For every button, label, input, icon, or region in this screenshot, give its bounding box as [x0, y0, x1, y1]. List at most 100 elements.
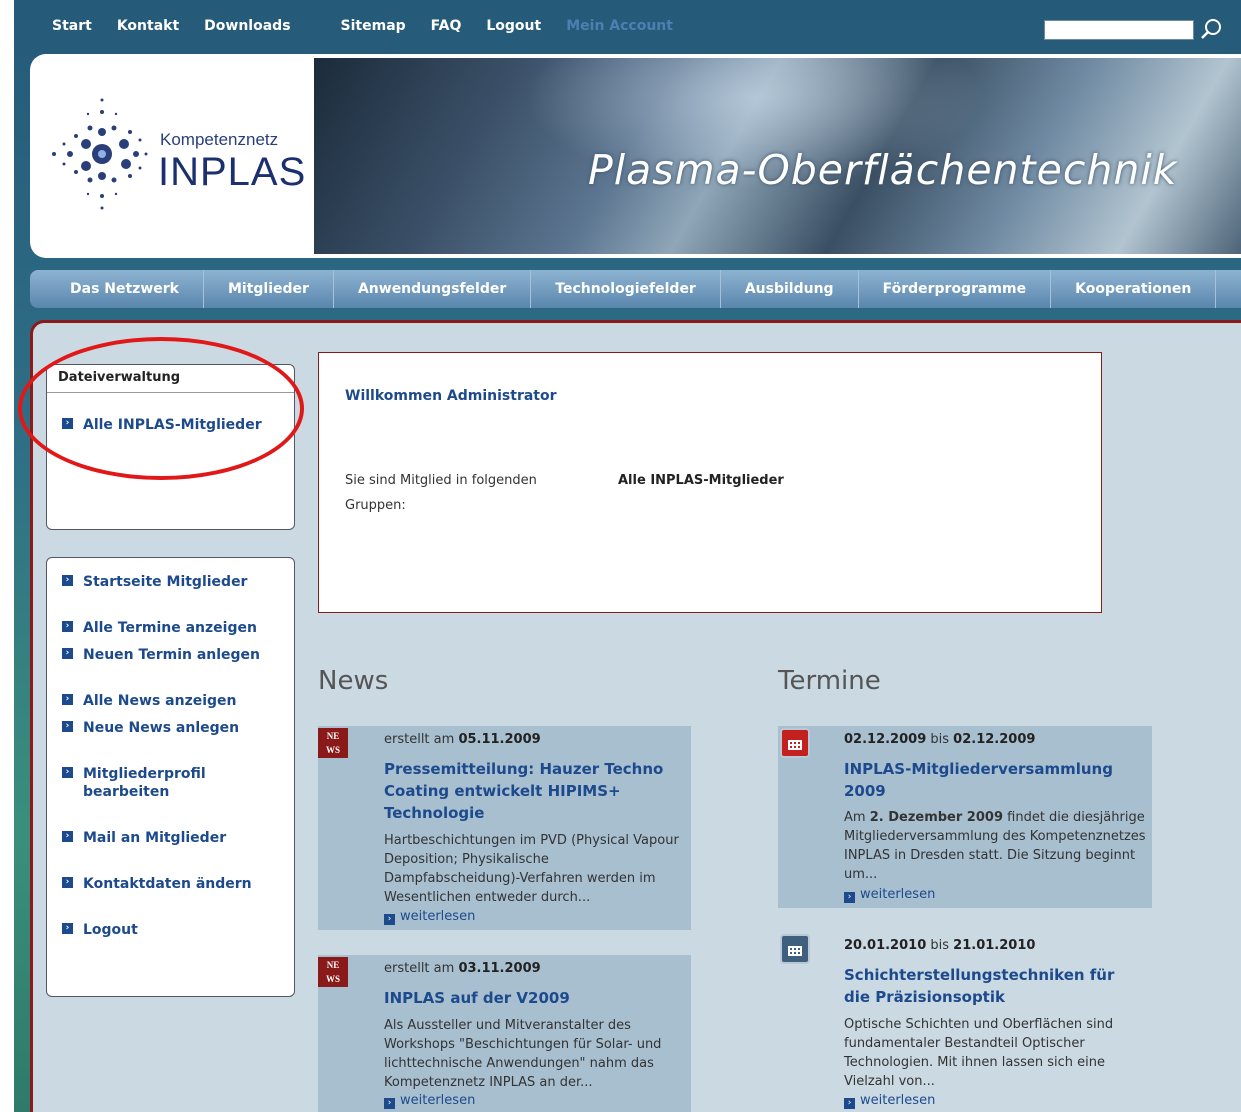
event-dates: 20.01.2010 bis 21.01.2010 — [844, 938, 1035, 953]
arrow-right-icon: › — [62, 721, 73, 732]
logo-subtitle: Kompetenznetz — [160, 130, 279, 149]
event-read-more-link[interactable]: › weiterlesen — [844, 1093, 935, 1109]
read-more-label: weiterlesen — [400, 909, 476, 924]
arrow-right-icon: › — [844, 1098, 855, 1109]
magnifier-icon — [1201, 19, 1221, 39]
sidebar-link-label: Alle INPLAS-Mitglieder — [83, 417, 262, 433]
sidebar-link-neue-news[interactable]: › Neue News anlegen — [62, 719, 239, 737]
file-management-box: Dateiverwaltung — [46, 364, 295, 530]
mainnav-technologiefelder[interactable]: Technologiefelder — [531, 270, 721, 308]
event-date-separator: bis — [930, 938, 950, 953]
topnav-sitemap-link[interactable]: Sitemap — [341, 18, 406, 40]
sidebar-link-kontaktdaten[interactable]: › Kontaktdaten ändern — [62, 875, 252, 893]
news-meta-prefix: erstellt am — [384, 732, 455, 747]
arrow-right-icon: › — [384, 1098, 395, 1109]
news-date: 03.11.2009 — [458, 961, 541, 976]
news-meta-prefix: erstellt am — [384, 961, 455, 976]
sidebar-link-label: Logout — [83, 922, 138, 938]
sidebar-link-label: Alle Termine anzeigen — [83, 620, 257, 636]
sidebar-link-alle-termine[interactable]: › Alle Termine anzeigen — [62, 619, 257, 637]
main-navigation: Das Netzwerk Mitglieder Anwendungsfelder… — [30, 270, 1241, 308]
news-icon: NE WS — [318, 957, 348, 987]
logo[interactable]: Kompetenznetz INPLAS — [30, 54, 314, 258]
welcome-title: Willkommen Administrator — [345, 388, 557, 404]
header-banner-image: Plasma-Oberflächentechnik — [314, 58, 1241, 254]
event-end-date: 02.12.2009 — [953, 732, 1036, 747]
arrow-right-icon: › — [62, 694, 73, 705]
arrow-right-icon: › — [62, 418, 73, 429]
site-header: Kompetenznetz INPLAS Plasma-Oberflächent… — [30, 54, 1241, 258]
sidebar-link-startseite[interactable]: › Startseite Mitglieder — [62, 573, 247, 591]
event-start-date: 02.12.2009 — [844, 732, 927, 747]
sidebar-link-alle-news[interactable]: › Alle News anzeigen — [62, 692, 237, 710]
arrow-right-icon: › — [62, 923, 73, 934]
event-read-more-link[interactable]: › weiterlesen — [844, 887, 935, 903]
news-excerpt: Als Aussteller und Mitveranstalter des W… — [384, 1018, 662, 1090]
news-read-more-link[interactable]: › weiterlesen — [384, 1093, 475, 1109]
sidebar-link-mitgliederprofil[interactable]: › Mitgliederprofil bearbeiten — [62, 765, 242, 801]
sidebar-link-label: Alle News anzeigen — [83, 693, 237, 709]
event-item: 02.12.2009 bis 02.12.2009 INPLAS-Mitglie… — [778, 726, 1152, 908]
sidebar-link-logout[interactable]: › Logout — [62, 921, 138, 939]
arrow-right-icon: › — [62, 767, 73, 778]
news-section-title: News — [318, 666, 389, 696]
event-title-link[interactable]: Schichterstellungstechniken für die Präz… — [844, 964, 1144, 1008]
event-excerpt-prefix: Am — [844, 810, 866, 825]
sidebar-link-label: Neue News anlegen — [83, 720, 240, 736]
arrow-right-icon: › — [62, 831, 73, 842]
news-read-more-link[interactable]: › weiterlesen — [384, 909, 475, 925]
news-title-link[interactable]: INPLAS auf der V2009 — [384, 987, 674, 1009]
sidebar-link-label: Kontaktdaten ändern — [83, 876, 252, 892]
sidebar-link-mail[interactable]: › Mail an Mitglieder — [62, 829, 226, 847]
calendar-icon — [780, 934, 810, 964]
topnav-mein-account-link[interactable]: Mein Account — [566, 18, 673, 40]
news-meta: erstellt am 05.11.2009 — [384, 732, 541, 747]
topnav-logout-link[interactable]: Logout — [486, 18, 541, 40]
event-dates: 02.12.2009 bis 02.12.2009 — [844, 732, 1035, 747]
top-navigation: Start Kontakt Downloads Sitemap FAQ Logo… — [52, 18, 698, 40]
arrow-right-icon: › — [62, 575, 73, 586]
event-end-date: 21.01.2010 — [953, 938, 1036, 953]
mainnav-anwendungsfelder[interactable]: Anwendungsfelder — [334, 270, 532, 308]
sidebar-link-label: Mail an Mitglieder — [83, 830, 227, 846]
mainnav-kooperationen[interactable]: Kooperationen — [1051, 270, 1217, 308]
banner-title: Plasma-Oberflächentechnik — [588, 146, 1178, 194]
calendar-icon — [780, 728, 810, 758]
sidebar-link-neuen-termin[interactable]: › Neuen Termin anlegen — [62, 646, 260, 664]
read-more-label: weiterlesen — [400, 1093, 476, 1108]
logo-title: INPLAS — [158, 150, 307, 194]
topnav-kontakt-link[interactable]: Kontakt — [117, 18, 179, 40]
news-item: NE WS erstellt am 05.11.2009 Pressemittei… — [318, 726, 691, 930]
news-title-link[interactable]: Pressemitteilung: Hauzer Techno Coating … — [384, 758, 674, 824]
arrow-right-icon: › — [62, 621, 73, 632]
sidebar-link-label: Mitgliederprofil bearbeiten — [83, 766, 206, 800]
search-button[interactable] — [1198, 16, 1224, 42]
search-input[interactable] — [1044, 20, 1194, 40]
news-excerpt: Hartbeschichtungen im PVD (Physical Vapo… — [384, 833, 679, 905]
topnav-faq-link[interactable]: FAQ — [431, 18, 462, 40]
arrow-right-icon: › — [62, 648, 73, 659]
read-more-label: weiterlesen — [860, 1093, 936, 1108]
mainnav-mitglieder[interactable]: Mitglieder — [204, 270, 334, 308]
event-excerpt: Optische Schichten und Oberflächen sind … — [844, 1017, 1114, 1089]
sidebar-link-label: Neuen Termin anlegen — [83, 647, 261, 663]
event-title-link[interactable]: INPLAS-Mitgliederversammlung 2009 — [844, 758, 1134, 802]
topnav-start-link[interactable]: Start — [52, 18, 92, 40]
arrow-right-icon: › — [384, 914, 395, 925]
file-management-title: Dateiverwaltung — [47, 365, 294, 393]
membership-label: Sie sind Mitglied in folgenden Gruppen: — [345, 473, 537, 513]
welcome-box: Willkommen Administrator Sie sind Mitgli… — [318, 352, 1102, 613]
sidebar-link-label: Startseite Mitglieder — [83, 574, 248, 590]
event-excerpt-date: 2. Dezember 2009 — [869, 810, 1003, 825]
news-meta: erstellt am 03.11.2009 — [384, 961, 541, 976]
event-start-date: 20.01.2010 — [844, 938, 927, 953]
event-date-separator: bis — [930, 732, 950, 747]
news-item: NE WS erstellt am 03.11.2009 INPLAS auf d… — [318, 955, 691, 1112]
arrow-right-icon: › — [844, 892, 855, 903]
mainnav-foerderprogramme[interactable]: Förderprogramme — [859, 270, 1052, 308]
topnav-downloads-link[interactable]: Downloads — [204, 18, 290, 40]
mainnav-ausbildung[interactable]: Ausbildung — [721, 270, 859, 308]
sidebar-link-alle-inplas-mitglieder[interactable]: › Alle INPLAS-Mitglieder — [62, 416, 262, 434]
arrow-right-icon: › — [62, 877, 73, 888]
mainnav-das-netzwerk[interactable]: Das Netzwerk — [44, 270, 204, 308]
